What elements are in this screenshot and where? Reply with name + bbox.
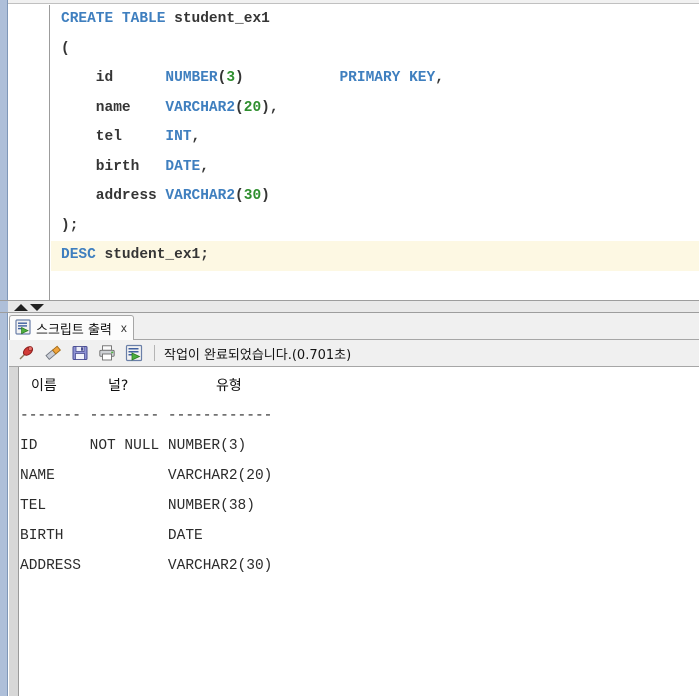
code-token-num: 3: [226, 70, 236, 86]
code-token-id: [244, 70, 340, 86]
console-separator-row: ------- -------- ------------: [20, 408, 273, 424]
pane-splitter[interactable]: [0, 300, 699, 313]
triangle-up-icon[interactable]: [14, 304, 28, 311]
code-token-id: name: [61, 99, 166, 116]
console-row: BIRTH DATE: [20, 528, 203, 544]
code-line[interactable]: tel INT,: [51, 123, 699, 153]
script-run-icon[interactable]: [122, 341, 146, 365]
splitter-left-rail: [0, 301, 8, 312]
code-token-pun: ): [235, 70, 244, 86]
code-token-pun: (: [235, 99, 244, 116]
console-column-header: 이름: [31, 378, 57, 394]
code-token-kw: CREATE TABLE: [61, 11, 175, 27]
triangle-down-icon[interactable]: [30, 304, 44, 311]
code-token-kw: INT: [165, 129, 192, 145]
console-row: ADDRESS VARCHAR2(30): [20, 558, 273, 574]
pin-icon[interactable]: [14, 341, 38, 365]
status-message: 작업이 완료되었습니다.(0.701초): [164, 347, 352, 363]
code-token-id: tel: [61, 129, 166, 145]
code-token-id: student_ex1;: [104, 247, 209, 263]
tab-script-output[interactable]: 스크립트 출력 x: [9, 315, 134, 340]
output-left-rail: [0, 313, 8, 696]
output-tab-strip: 스크립트 출력 x: [9, 313, 699, 340]
code-line[interactable]: DESC student_ex1;: [51, 241, 699, 271]
code-token-id: address: [61, 188, 166, 204]
console-row: TEL NUMBER(38): [20, 498, 255, 514]
code-line[interactable]: id NUMBER(3) PRIMARY KEY,: [51, 64, 699, 94]
code-token-kw: VARCHAR2: [165, 188, 236, 204]
save-icon[interactable]: [68, 341, 92, 365]
code-token-pun: ): [261, 188, 270, 204]
code-token-kw: DESC: [61, 247, 105, 263]
code-token-kw: DATE: [165, 158, 201, 175]
sql-worksheet-pane: CREATE TABLE student_ex1( id NUMBER(3) P…: [0, 0, 699, 300]
code-token-id: student_ex1: [174, 11, 270, 27]
close-icon[interactable]: x: [117, 321, 127, 335]
tab-label: 스크립트 출력: [36, 322, 112, 338]
output-toolbar: 작업이 완료되었습니다.(0.701초): [9, 340, 699, 367]
console-scrollbar[interactable]: [9, 367, 19, 696]
code-token-pun: );: [61, 217, 79, 234]
code-token-pun: ),: [261, 99, 279, 116]
console-column-header: 유형: [216, 378, 242, 394]
console-row: ID NOT NULL NUMBER(3): [20, 438, 247, 454]
print-icon[interactable]: [95, 341, 119, 365]
code-line[interactable]: address VARCHAR2(30): [51, 182, 699, 212]
code-token-id: birth: [61, 158, 166, 175]
code-token-kw: PRIMARY KEY: [339, 70, 436, 86]
worksheet-top-edge: [8, 0, 699, 4]
script-output-console[interactable]: 이름 널? 유형 ------- -------- ------------ ID NO…: [20, 371, 698, 696]
code-line[interactable]: birth DATE,: [51, 153, 699, 183]
console-wrap: 이름 널? 유형 ------- -------- ------------ ID NO…: [9, 367, 699, 696]
code-token-pun: ,: [191, 129, 201, 145]
code-line[interactable]: CREATE TABLE student_ex1: [51, 5, 699, 35]
toolbar-separator: [154, 345, 155, 361]
code-token-num: 20: [243, 99, 262, 116]
code-line[interactable]: name VARCHAR2(20),: [51, 94, 699, 124]
code-token-pun: ,: [200, 158, 209, 175]
code-token-num: 30: [243, 188, 262, 204]
code-token-pun: (: [61, 40, 70, 57]
eraser-icon[interactable]: [41, 341, 65, 365]
code-token-id: id: [61, 70, 166, 86]
code-line[interactable]: (: [51, 35, 699, 65]
code-token-pun: (: [235, 188, 244, 204]
script-output-pane: 스크립트 출력 x 작업이 완료되었습니다.(0.701초) 이름 널? 유형 …: [0, 313, 699, 696]
script-output-icon: [15, 318, 31, 338]
console-column-header: 널?: [108, 378, 129, 394]
splitter-scroll-arrows[interactable]: [14, 302, 54, 312]
code-token-kw: NUMBER: [165, 70, 218, 86]
worksheet-left-rail: [0, 0, 8, 300]
code-token-kw: VARCHAR2: [165, 99, 236, 116]
code-line[interactable]: );: [51, 212, 699, 242]
editor-gutter[interactable]: [9, 5, 50, 300]
code-token-pun: ,: [435, 70, 444, 86]
sql-code-area[interactable]: CREATE TABLE student_ex1( id NUMBER(3) P…: [51, 5, 699, 300]
console-row: NAME VARCHAR2(20): [20, 468, 273, 484]
sql-developer-window: CREATE TABLE student_ex1( id NUMBER(3) P…: [0, 0, 699, 696]
